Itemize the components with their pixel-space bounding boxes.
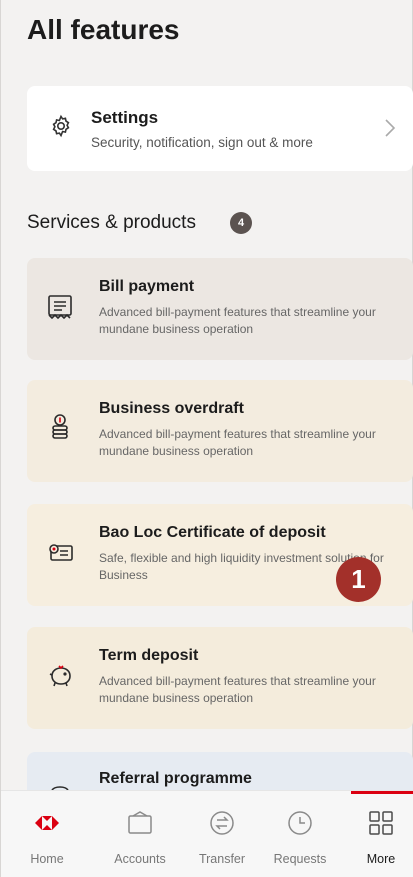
tab-more[interactable]: More xyxy=(351,791,411,877)
tab-accounts[interactable]: Accounts xyxy=(99,791,181,877)
settings-subtitle: Security, notification, sign out & more xyxy=(91,135,313,150)
tab-transfer[interactable]: Transfer xyxy=(181,791,263,877)
tab-label: Requests xyxy=(273,852,327,866)
clock-icon xyxy=(288,811,312,835)
tab-label: Home xyxy=(30,852,64,866)
settings-card[interactable]: Settings Security, notification, sign ou… xyxy=(27,86,413,171)
tab-label: More xyxy=(366,852,396,866)
bottom-tab-bar: Home Accounts Transfer Requests More xyxy=(1,790,413,877)
count-badge: 4 xyxy=(230,212,252,234)
card-description: Advanced bill-payment features that stre… xyxy=(99,427,376,458)
tab-requests[interactable]: Requests xyxy=(259,791,341,877)
card-title: Referral programme xyxy=(99,770,252,787)
hexagon-logo-icon xyxy=(35,816,59,830)
settings-title: Settings xyxy=(91,108,159,127)
page-title: All features xyxy=(27,14,180,45)
certificate-icon xyxy=(49,544,73,561)
card-title: Term deposit xyxy=(99,647,199,664)
piggy-bank-icon xyxy=(49,665,71,687)
tab-label: Accounts xyxy=(114,852,166,866)
card-description: Advanced bill-payment features that stre… xyxy=(99,674,376,705)
tab-label: Transfer xyxy=(198,852,246,866)
service-card-business-overdraft[interactable]: Business overdraft Advanced bill-payment… xyxy=(27,380,413,482)
chevron-right-icon xyxy=(385,119,396,137)
grid-icon xyxy=(369,811,393,835)
gear-icon xyxy=(52,114,70,138)
card-title: Business overdraft xyxy=(99,400,244,417)
transfer-icon xyxy=(210,811,234,835)
app-frame: All features Settings Security, notifica… xyxy=(0,0,413,877)
section-heading: Services & products xyxy=(27,212,196,233)
card-title: Bill payment xyxy=(99,278,195,295)
tab-home[interactable]: Home xyxy=(17,791,77,877)
card-title: Bao Loc Certificate of deposit xyxy=(99,524,326,541)
bill-icon xyxy=(48,295,72,320)
wallet-icon xyxy=(128,811,152,834)
step-marker: 1 xyxy=(336,557,381,602)
service-card-term-deposit[interactable]: Term deposit Advanced bill-payment featu… xyxy=(27,627,413,729)
card-description: Advanced bill-payment features that stre… xyxy=(99,305,376,336)
coin-stack-icon xyxy=(52,414,68,439)
service-card-bill-payment[interactable]: Bill payment Advanced bill-payment featu… xyxy=(27,258,413,360)
